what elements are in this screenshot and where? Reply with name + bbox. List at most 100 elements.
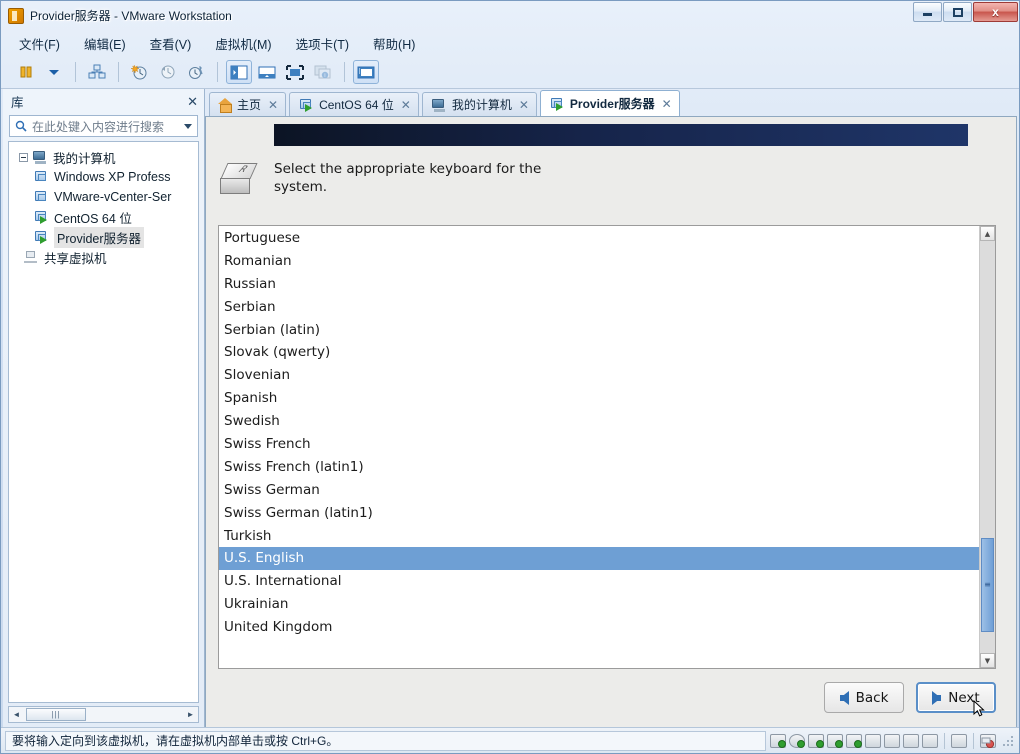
list-item-selected[interactable]: U.S. English	[219, 547, 979, 571]
list-item[interactable]: Portuguese	[219, 227, 979, 250]
vm-library-tree[interactable]: 我的计算机 Windows XP Profess VMware-vCenter-…	[8, 141, 199, 703]
list-item[interactable]: Swedish	[219, 410, 979, 433]
network-adapter-icon[interactable]	[808, 733, 824, 748]
maximize-button[interactable]	[943, 2, 972, 22]
console-view-button[interactable]	[353, 60, 379, 84]
menu-vm[interactable]: 虚拟机(M)	[211, 32, 275, 55]
scrollbar-thumb[interactable]: |||	[26, 708, 86, 721]
tree-node-shared-vms[interactable]: 共享虚拟机	[9, 247, 198, 267]
vmware-workstation-window: Provider服务器 - VMware Workstation x 文件(F)…	[0, 0, 1020, 754]
search-input[interactable]: 在此处键入内容进行搜索	[9, 115, 198, 137]
message-log-icon[interactable]	[951, 733, 967, 748]
list-item[interactable]: Spanish	[219, 387, 979, 410]
tab-my-computer[interactable]: 我的计算机 ✕	[421, 92, 537, 116]
list-item[interactable]: Slovak (qwerty)	[219, 341, 979, 364]
menu-edit[interactable]: 编辑(E)	[80, 32, 130, 55]
vm-icon	[33, 170, 49, 184]
list-item[interactable]: Serbian (latin)	[219, 319, 979, 342]
scroll-right-icon[interactable]: ►	[183, 707, 198, 722]
manage-snapshots-button[interactable]	[84, 60, 110, 84]
back-button[interactable]: Back	[824, 682, 904, 713]
toolbar-separator	[344, 62, 345, 82]
scroll-down-icon[interactable]: ▼	[980, 653, 995, 668]
hard-disk-icon[interactable]	[770, 733, 786, 748]
take-snapshot-button[interactable]	[127, 60, 153, 84]
menu-file[interactable]: 文件(F)	[15, 32, 64, 55]
power-dropdown[interactable]	[41, 60, 67, 84]
tab-close-icon[interactable]: ✕	[401, 98, 411, 112]
vm-icon-running	[33, 210, 49, 224]
revert-snapshot-button[interactable]	[155, 60, 181, 84]
floppy-icon[interactable]	[903, 733, 919, 748]
unity-mode-button[interactable]: i	[310, 60, 336, 84]
snapshot-manager-button[interactable]	[183, 60, 209, 84]
list-item[interactable]: Turkish	[219, 525, 979, 548]
scroll-up-icon[interactable]: ▲	[980, 226, 995, 241]
keyboard-list-items[interactable]: Portuguese Romanian Russian Serbian Serb…	[219, 226, 979, 668]
list-vertical-scrollbar[interactable]: ▲ ≡ ▼	[979, 226, 995, 668]
minimize-button[interactable]	[913, 2, 942, 22]
printer-icon[interactable]	[827, 733, 843, 748]
toolbar-separator	[118, 62, 119, 82]
scrollbar-thumb[interactable]: ≡	[981, 537, 994, 633]
resize-grip-icon[interactable]	[1001, 734, 1015, 748]
next-button[interactable]: Next	[916, 682, 996, 717]
list-item[interactable]: Swiss German	[219, 479, 979, 502]
list-item[interactable]: Russian	[219, 273, 979, 296]
usb-controller-icon[interactable]	[865, 733, 881, 748]
scrollbar-track[interactable]: ≡	[980, 241, 995, 653]
tab-close-icon[interactable]: ✕	[268, 98, 278, 112]
list-item[interactable]: U.S. International	[219, 570, 979, 593]
scrollbar-grip: ≡	[984, 580, 991, 590]
back-button-label: Back	[855, 689, 889, 706]
menu-help[interactable]: 帮助(H)	[369, 32, 419, 55]
close-icon: x	[992, 5, 999, 19]
keyboard-layout-list[interactable]: Portuguese Romanian Russian Serbian Serb…	[218, 225, 996, 669]
list-item[interactable]: United Kingdom	[219, 616, 979, 639]
list-item[interactable]: Swiss German (latin1)	[219, 502, 979, 525]
tab-provider-server[interactable]: Provider服务器 ✕	[539, 90, 680, 116]
alert-icon[interactable]	[980, 733, 996, 748]
tab-close-icon[interactable]: ✕	[662, 97, 672, 111]
menu-tabs[interactable]: 选项卡(T)	[292, 32, 353, 55]
tab-label: 我的计算机	[451, 98, 512, 112]
tab-close-icon[interactable]: ✕	[519, 98, 529, 112]
list-item[interactable]: Romanian	[219, 250, 979, 273]
close-button[interactable]: x	[973, 2, 1018, 22]
list-item[interactable]: Ukrainian	[219, 593, 979, 616]
vm-console-screen[interactable]: R Select the appropriate keyboard for th…	[205, 116, 1017, 727]
power-button[interactable]	[13, 60, 39, 84]
display-icon[interactable]	[922, 733, 938, 748]
tree-node-windows-xp[interactable]: Windows XP Profess	[9, 167, 198, 187]
scrollbar-grip: |||	[51, 710, 61, 719]
cd-dvd-icon[interactable]	[789, 733, 805, 748]
vm-icon-running	[298, 98, 314, 112]
enter-fullscreen-button[interactable]	[282, 60, 308, 84]
tree-node-label: Provider服务器	[54, 226, 145, 248]
tree-node-centos[interactable]: CentOS 64 位	[9, 207, 198, 227]
tree-node-my-computer[interactable]: 我的计算机	[9, 147, 198, 167]
sound-card-icon[interactable]	[846, 733, 862, 748]
menu-bar: 文件(F) 编辑(E) 查看(V) 虚拟机(M) 选项卡(T) 帮助(H)	[1, 30, 1019, 56]
list-item[interactable]: Slovenian	[219, 364, 979, 387]
list-item[interactable]: Serbian	[219, 296, 979, 319]
close-library-icon[interactable]: ✕	[187, 95, 198, 108]
camera-icon[interactable]	[884, 733, 900, 748]
show-library-button[interactable]	[226, 60, 252, 84]
list-item[interactable]: Swiss French (latin1)	[219, 456, 979, 479]
list-item[interactable]: Swiss French	[219, 433, 979, 456]
sidebar-horizontal-scrollbar[interactable]: ◄ ||| ►	[8, 706, 199, 723]
collapse-icon[interactable]	[19, 152, 28, 162]
menu-view[interactable]: 查看(V)	[146, 32, 196, 55]
library-title: 库	[11, 95, 24, 110]
chevron-down-icon[interactable]	[184, 123, 192, 129]
scroll-left-icon[interactable]: ◄	[9, 707, 24, 722]
tab-home[interactable]: 主页 ✕	[209, 92, 287, 116]
minimize-icon	[923, 13, 932, 16]
tab-label: Provider服务器	[569, 97, 655, 111]
tree-node-label: CentOS 64 位	[54, 211, 132, 226]
tree-node-vcenter[interactable]: VMware-vCenter-Ser	[9, 187, 198, 207]
show-thumbnail-bar-button[interactable]	[254, 60, 280, 84]
tree-node-provider[interactable]: Provider服务器	[9, 226, 198, 248]
tab-centos[interactable]: CentOS 64 位 ✕	[289, 92, 419, 116]
